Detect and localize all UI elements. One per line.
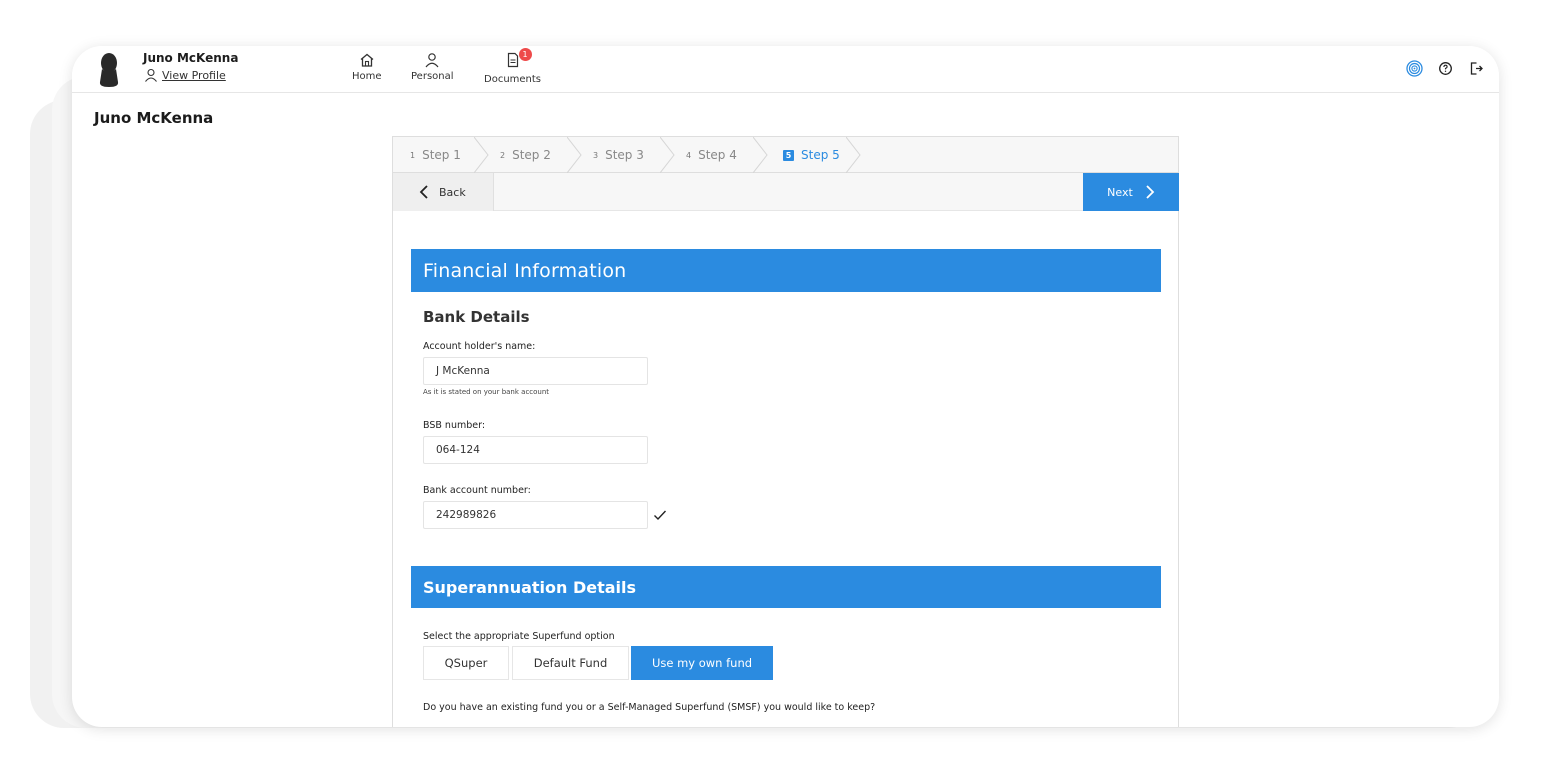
nav-home[interactable]: Home xyxy=(352,52,382,82)
step-number: 3 xyxy=(593,150,599,160)
nav-personal[interactable]: Personal xyxy=(411,52,454,82)
top-bar: Juno McKenna View Profile Home Personal … xyxy=(72,46,1499,93)
chevron-right-icon xyxy=(1146,185,1155,199)
person-icon xyxy=(145,68,157,82)
step-2[interactable]: 2 Step 2 xyxy=(483,137,582,173)
step-4[interactable]: 4 Step 4 xyxy=(669,137,768,173)
step-label: Step 1 xyxy=(422,148,461,162)
next-label: Next xyxy=(1107,185,1133,199)
action-bar: Back Next xyxy=(393,173,1179,211)
step-label: Step 3 xyxy=(605,148,644,162)
wizard-panel: 1 Step 1 2 Step 2 3 Step 3 4 Step 4 5 St… xyxy=(392,136,1179,727)
page-title: Juno McKenna xyxy=(94,109,214,127)
step-number: 1 xyxy=(410,150,416,160)
logout-icon[interactable] xyxy=(1468,60,1485,77)
account-holder-label: Account holder's name: xyxy=(423,341,536,352)
financial-information-header: Financial Information xyxy=(411,249,1161,292)
avatar[interactable] xyxy=(96,52,122,88)
step-label: Step 4 xyxy=(698,148,737,162)
back-button[interactable]: Back xyxy=(393,173,494,211)
step-5[interactable]: 5 Step 5 xyxy=(762,137,861,173)
fingerprint-icon[interactable] xyxy=(1406,60,1423,77)
stage: Juno McKenna View Profile Home Personal … xyxy=(0,0,1541,771)
view-profile-link[interactable]: View Profile xyxy=(144,68,226,82)
chevron-left-icon xyxy=(419,185,428,199)
back-label: Back xyxy=(439,185,466,199)
account-number-label: Bank account number: xyxy=(423,485,531,496)
superfund-option-label: Select the appropriate Superfund option xyxy=(423,631,615,642)
account-number-input[interactable]: 242989826 xyxy=(423,501,648,529)
user-name: Juno McKenna xyxy=(143,51,239,65)
step-1[interactable]: 1 Step 1 xyxy=(393,137,489,173)
nav-home-label: Home xyxy=(352,71,382,82)
person-icon xyxy=(425,53,439,68)
step-label: Step 2 xyxy=(512,148,551,162)
next-button[interactable]: Next xyxy=(1083,173,1179,211)
notification-badge: 1 xyxy=(518,48,532,61)
help-icon[interactable] xyxy=(1437,60,1454,77)
existing-fund-question: Do you have an existing fund you or a Se… xyxy=(423,702,876,713)
step-label: Step 5 xyxy=(801,148,840,162)
nav-documents-label: Documents xyxy=(484,74,542,85)
bsb-input[interactable]: 064-124 xyxy=(423,436,648,464)
app-window: Juno McKenna View Profile Home Personal … xyxy=(72,46,1499,727)
superannuation-details-header: Superannuation Details xyxy=(411,566,1161,608)
step-indicator: 1 Step 1 2 Step 2 3 Step 3 4 Step 4 5 St… xyxy=(393,137,1178,173)
option-own-fund-button[interactable]: Use my own fund xyxy=(631,646,773,680)
home-icon xyxy=(360,53,374,67)
nav-documents[interactable]: 1 Documents xyxy=(484,48,542,85)
bsb-label: BSB number: xyxy=(423,420,486,431)
step-3[interactable]: 3 Step 3 xyxy=(576,137,675,173)
step-number: 2 xyxy=(500,150,506,160)
option-default-fund-button[interactable]: Default Fund xyxy=(512,646,629,680)
top-right-icons xyxy=(1406,60,1485,77)
account-holder-input[interactable]: J McKenna xyxy=(423,357,648,385)
step-separator-icon xyxy=(846,137,861,173)
bank-details-heading: Bank Details xyxy=(423,308,530,326)
account-holder-hint: As it is stated on your bank account xyxy=(423,388,550,396)
check-icon xyxy=(654,510,667,521)
step-number: 4 xyxy=(686,150,692,160)
view-profile-label: View Profile xyxy=(162,68,226,82)
step-number: 5 xyxy=(783,149,794,161)
option-qsuper-button[interactable]: QSuper xyxy=(423,646,509,680)
nav-personal-label: Personal xyxy=(411,71,454,82)
